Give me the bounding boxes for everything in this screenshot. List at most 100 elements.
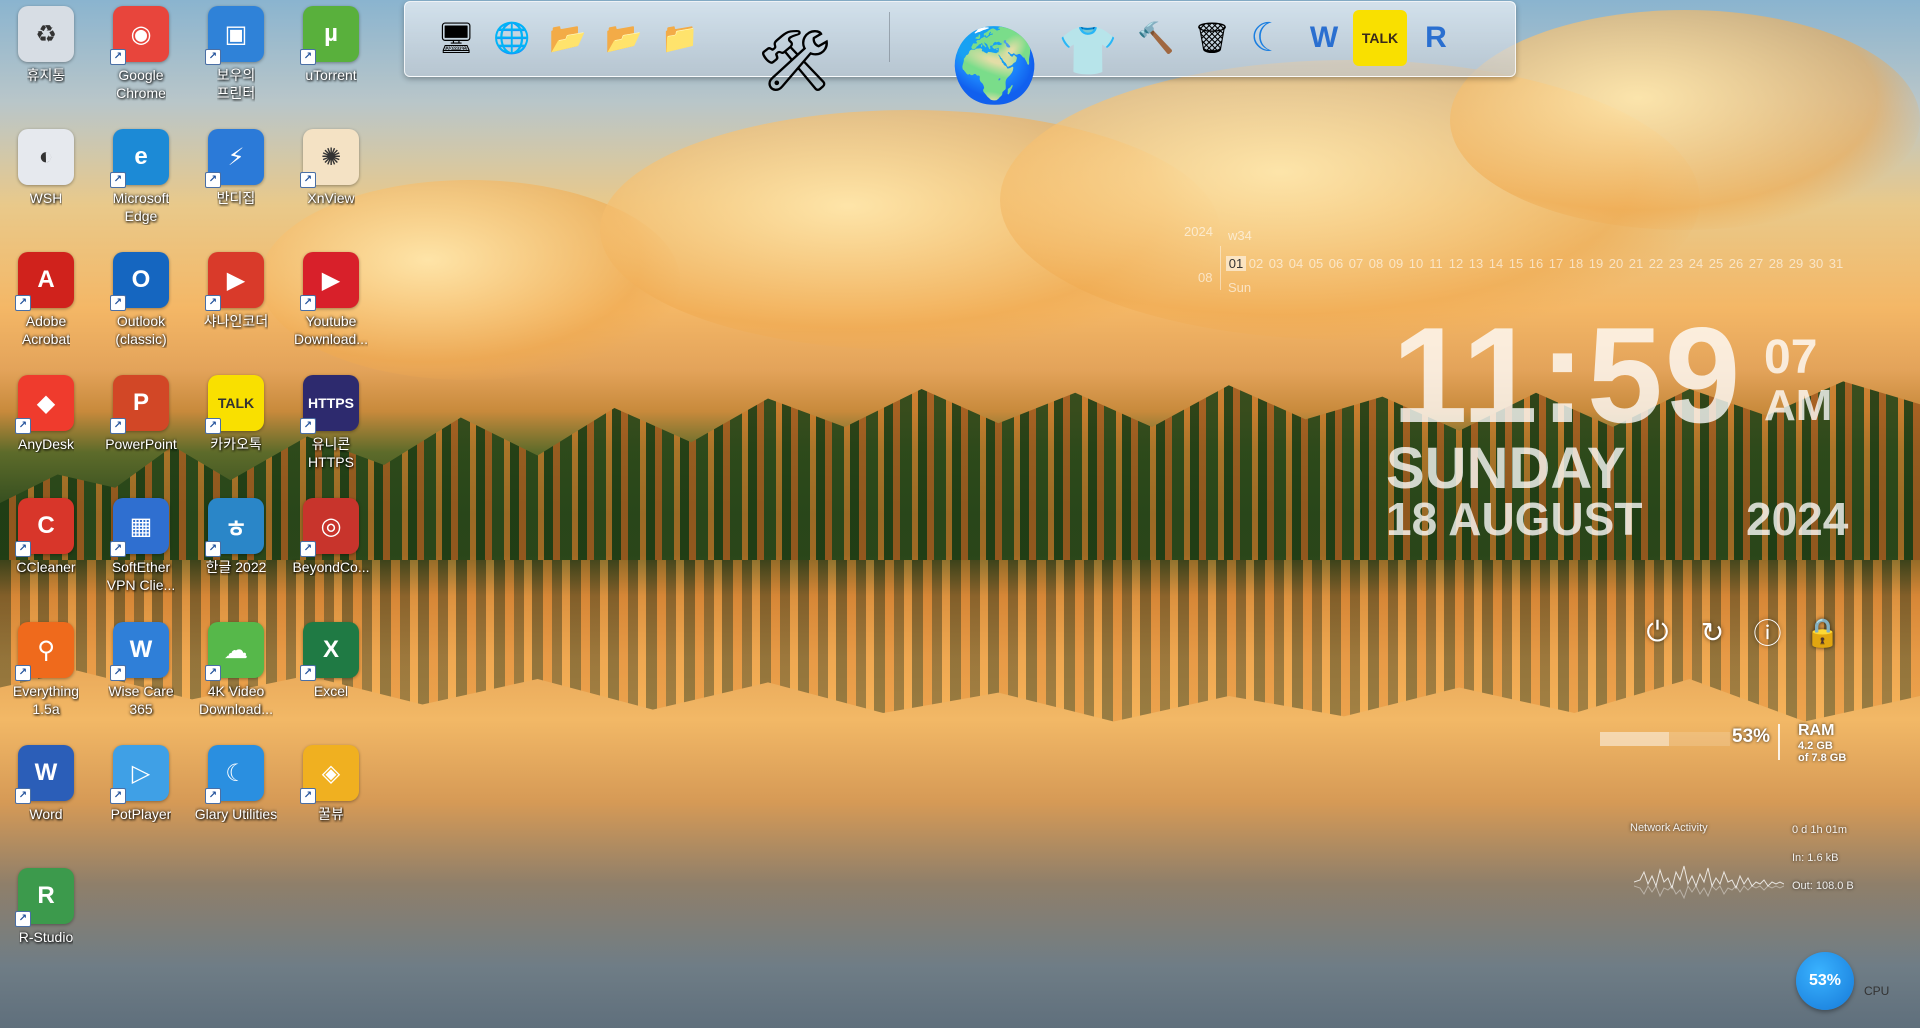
cpu-percent-badge: 53% <box>1796 952 1854 1010</box>
computer-icon[interactable]: 🖥 <box>429 10 483 66</box>
restart-icon[interactable]: ↻ <box>1695 614 1730 650</box>
shared-folder-icon[interactable]: 📂 <box>597 10 651 66</box>
calendar-weekday: Sun <box>1228 280 1252 295</box>
desktop-icon[interactable]: ♻ 휴지통 <box>0 6 92 84</box>
calendar-day: 23 <box>1668 256 1684 271</box>
drive-folder-icon[interactable]: 📁 <box>653 10 707 66</box>
glary-moon-icon[interactable]: ☾ <box>1241 10 1295 66</box>
clock-year: 2024 <box>1746 493 1849 545</box>
potplayer-icon: ▷ ↗ <box>110 745 169 804</box>
shortcut-arrow-icon: ↗ <box>110 49 126 65</box>
dock-separator <box>889 12 890 62</box>
unicorn-https-icon: HTTPS ↗ <box>300 375 359 434</box>
shana-encoder-icon: ▶ ↗ <box>205 252 264 311</box>
desktop-icon[interactable]: ⚡ ↗ 반디집 <box>190 129 282 207</box>
desktop-icon[interactable]: µ ↗ uTorrent <box>285 6 377 84</box>
calendar-day: 30 <box>1808 256 1824 271</box>
network-activity-line <box>1634 865 1784 890</box>
desktop-icon-label: Microsoft Edge <box>112 190 170 224</box>
network-globe-icon[interactable]: 🌐 <box>485 10 539 66</box>
recycle-bin-icon[interactable]: 🗑 <box>1185 10 1239 66</box>
calendar-day: 26 <box>1728 256 1744 271</box>
info-icon[interactable]: ⓘ <box>1750 614 1785 650</box>
desktop-icon-label: 유니콘 HTTPS <box>308 436 354 470</box>
desktop-icon-label: WSH <box>29 190 63 206</box>
lock-icon[interactable]: 🔒 <box>1805 614 1840 650</box>
desktop-icon[interactable]: ▶ ↗ 샤나인코더 <box>190 252 282 330</box>
ram-used: 4.2 GB <box>1798 740 1833 752</box>
power-icon[interactable]: ⏻ <box>1640 614 1675 650</box>
ram-divider <box>1778 724 1780 760</box>
system-tools-icon[interactable]: 🛠 <box>745 10 845 110</box>
desktop-icon[interactable]: O ↗ Outlook (classic) <box>95 252 187 348</box>
utorrent-icon: µ ↗ <box>300 6 359 65</box>
desktop-icon[interactable]: W ↗ Wise Care 365 <box>95 622 187 718</box>
desktop-icon[interactable]: ▦ ↗ SoftEther VPN Clie... <box>95 498 187 594</box>
shortcut-arrow-icon: ↗ <box>300 49 316 65</box>
desktop-icon-label: Word <box>29 806 63 822</box>
desktop-icon[interactable]: C ↗ CCleaner <box>0 498 92 576</box>
wise-shield-icon[interactable]: W <box>1297 10 1351 66</box>
desktop-icon[interactable]: ▶ ↗ Youtube Download... <box>285 252 377 348</box>
desktop-icon-label: 휴지통 <box>26 67 66 83</box>
calendar-day: 21 <box>1628 256 1644 271</box>
desktop-icon-label: 샤나인코더 <box>203 313 269 329</box>
desktop-icon[interactable]: ◐ WSH <box>0 129 92 207</box>
desktop-icon[interactable]: TALK ↗ 카카오톡 <box>190 375 282 453</box>
globe-icon[interactable]: 🌍 <box>945 10 1045 120</box>
shortcut-arrow-icon: ↗ <box>15 418 31 434</box>
calendar-day: 22 <box>1648 256 1664 271</box>
shortcut-arrow-icon: ↗ <box>205 665 221 681</box>
desktop-icon[interactable]: P ↗ PowerPoint <box>95 375 187 453</box>
shortcut-arrow-icon: ↗ <box>205 172 221 188</box>
clock-time: 11:59 <box>1392 299 1743 451</box>
desktop-icon[interactable]: R ↗ R-Studio <box>0 868 92 946</box>
honeyview-icon: ◈ ↗ <box>300 745 359 804</box>
network-activity-reflection <box>1634 884 1784 900</box>
calendar-day: 11 <box>1429 256 1443 271</box>
desktop-icon[interactable]: W ↗ Word <box>0 745 92 823</box>
everything-search-icon: ⚲ ↗ <box>15 622 74 681</box>
kakaotalk-icon[interactable]: TALK <box>1353 10 1407 66</box>
calendar-day: 05 <box>1308 256 1324 271</box>
softether-vpn-icon: ▦ ↗ <box>110 498 169 557</box>
desktop-icon[interactable]: ◉ ↗ Google Chrome <box>95 6 187 102</box>
kakaotalk-icon: TALK ↗ <box>205 375 264 434</box>
tools-icon[interactable]: 🔨 <box>1129 10 1183 66</box>
desktop-icon-label: CCleaner <box>16 559 76 575</box>
desktop-icon[interactable]: ◎ ↗ BeyondCo... <box>285 498 377 576</box>
desktop-icon[interactable]: ☁ ↗ 4K Video Download... <box>190 622 282 718</box>
desktop-icon-label: 보우의 프린터 <box>216 67 256 101</box>
ccleaner-icon: C ↗ <box>15 498 74 557</box>
tshirt-icon[interactable]: 👕 <box>1058 10 1118 90</box>
ram-meter-widget: 53% RAM 4.2 GB of 7.8 GB <box>1600 720 1850 770</box>
desktop-icon[interactable]: ▣ ↗ 보우의 프린터 <box>190 6 282 102</box>
desktop-icon-label: XnView <box>307 190 355 206</box>
desktop-icon[interactable]: A ↗ Adobe Acrobat <box>0 252 92 348</box>
word-icon: W ↗ <box>15 745 74 804</box>
desktop-icon-label: 한글 2022 <box>205 559 267 575</box>
desktop-icon[interactable]: ◆ ↗ AnyDesk <box>0 375 92 453</box>
r-studio-icon[interactable]: R <box>1409 10 1463 66</box>
calendar-day: 10 <box>1408 256 1424 271</box>
desktop-icon[interactable]: e ↗ Microsoft Edge <box>95 129 187 225</box>
desktop-icon-label: Excel <box>313 683 349 699</box>
desktop-icon-label: PotPlayer <box>110 806 172 822</box>
chrome-icon: ◉ ↗ <box>110 6 169 65</box>
desktop-icon[interactable]: HTTPS ↗ 유니콘 HTTPS <box>285 375 377 471</box>
shortcut-arrow-icon: ↗ <box>110 172 126 188</box>
calendar-day: 07 <box>1348 256 1364 271</box>
desktop-icon[interactable]: X ↗ Excel <box>285 622 377 700</box>
calendar-day: 27 <box>1748 256 1764 271</box>
folder-icon[interactable]: 📂 <box>541 10 595 66</box>
desktop-icon[interactable]: ☾ ↗ Glary Utilities <box>190 745 282 823</box>
desktop-icon[interactable]: ✺ ↗ XnView <box>285 129 377 207</box>
desktop-icon[interactable]: ▷ ↗ PotPlayer <box>95 745 187 823</box>
desktop-icon-label: Adobe Acrobat <box>21 313 71 347</box>
desktop-wallpaper: ♻ 휴지통 ◉ ↗ Google Chrome ▣ ↗ 보우의 프린터 µ ↗ uTorrent ◐ W… <box>0 0 1920 1028</box>
desktop-icon[interactable]: ⚲ ↗ Everything 1.5a <box>0 622 92 718</box>
desktop-icon[interactable]: ◈ ↗ 꿀뷰 <box>285 745 377 823</box>
calendar-day: 04 <box>1288 256 1304 271</box>
desktop-icon[interactable]: ㅎ ↗ 한글 2022 <box>190 498 282 576</box>
clock-seconds: 07 <box>1764 331 1818 384</box>
